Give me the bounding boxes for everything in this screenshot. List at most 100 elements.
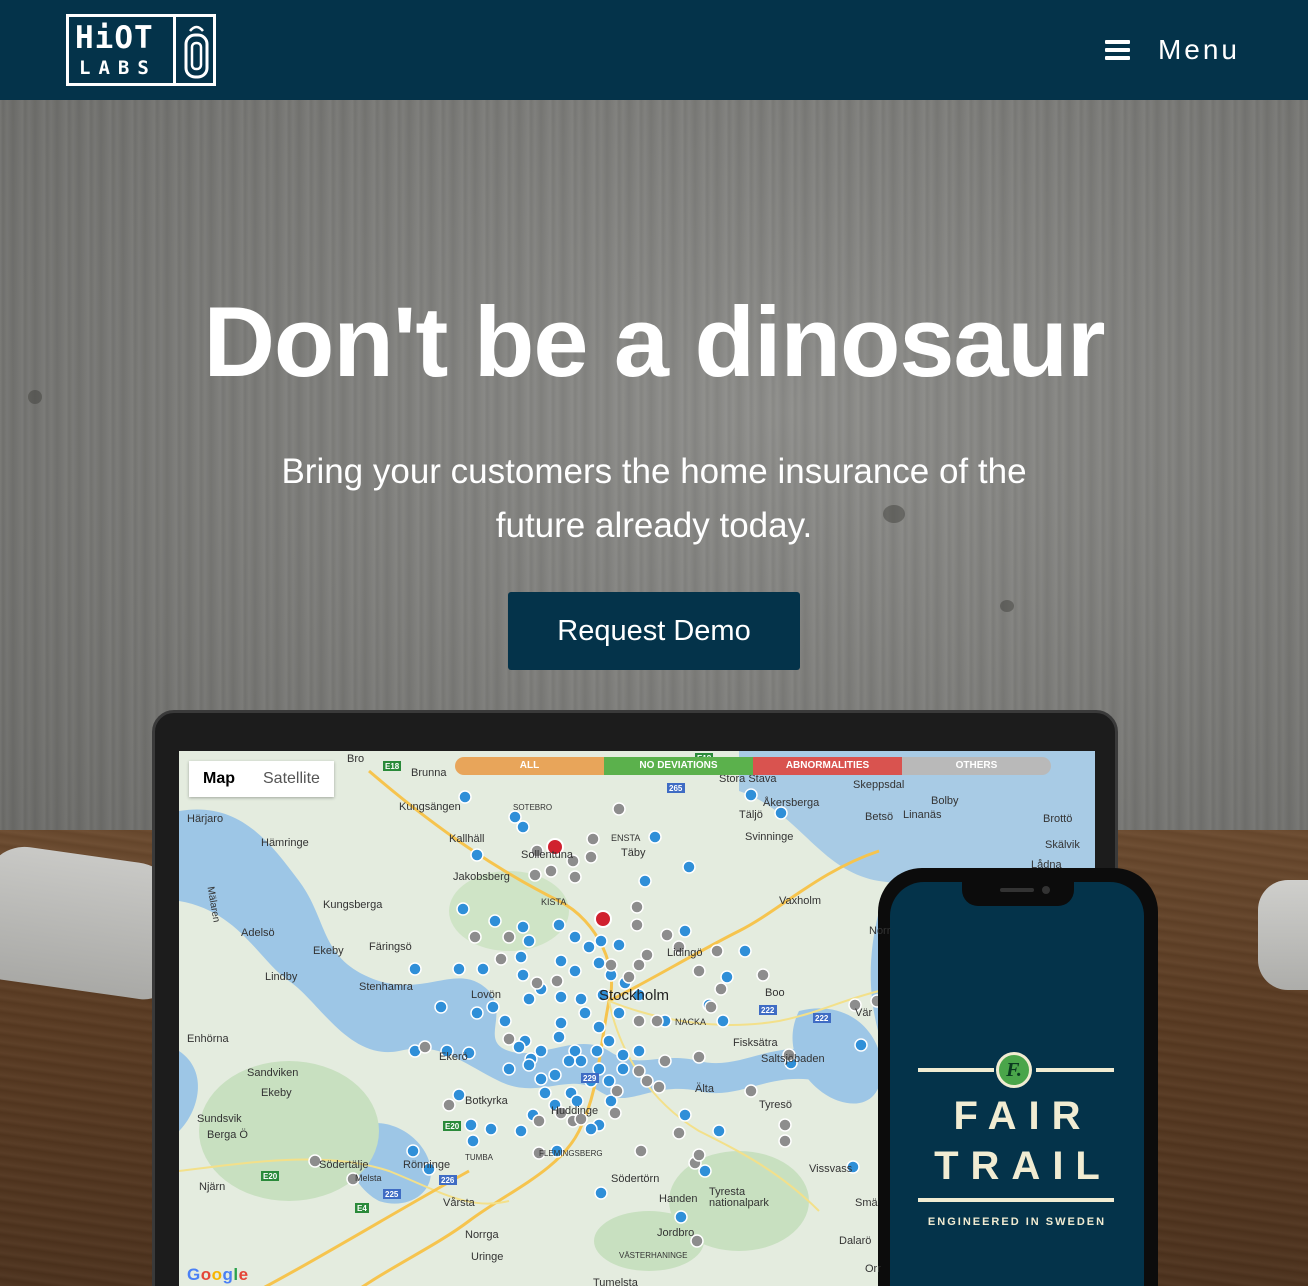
logo-divider bbox=[173, 17, 176, 83]
place-label: ENSTA bbox=[611, 833, 641, 843]
place-label: Sandviken bbox=[247, 1067, 299, 1079]
sensor-device-image bbox=[1258, 880, 1308, 990]
place-label: Jordbro bbox=[657, 1227, 695, 1239]
place-label: Handen bbox=[659, 1193, 698, 1205]
place-label: Berga Ö bbox=[207, 1129, 248, 1141]
place-label: Södertörn bbox=[611, 1173, 660, 1185]
place-label: Lindby bbox=[265, 971, 298, 983]
place-label: Bolby bbox=[931, 795, 959, 807]
place-label: Brottö bbox=[1043, 813, 1073, 825]
fair-trail-badge-icon: F. bbox=[996, 1052, 1032, 1088]
brand-rule bbox=[918, 1198, 1114, 1202]
hiot-labs-logo[interactable]: HiOT LABS bbox=[66, 14, 216, 86]
place-label: Adelsö bbox=[241, 927, 275, 939]
hamburger-icon bbox=[1104, 40, 1130, 60]
place-label: Åkersberga bbox=[763, 797, 820, 809]
place-label: Smä bbox=[855, 1197, 878, 1209]
place-label: Norr bbox=[869, 925, 891, 937]
place-label: VÄSTERHANINGE bbox=[619, 1251, 688, 1260]
map-tab[interactable]: Map bbox=[189, 761, 249, 797]
map-type-toggle: Map Satellite bbox=[189, 761, 334, 797]
place-label: Södertälje bbox=[319, 1159, 369, 1171]
place-label: Skeppsdal bbox=[853, 779, 905, 791]
place-label: Huddinge bbox=[551, 1105, 599, 1117]
svg-text:222: 222 bbox=[761, 1006, 775, 1015]
place-label: SOTEBRO bbox=[513, 803, 553, 812]
svg-text:E20: E20 bbox=[263, 1172, 278, 1181]
place-label: Färingsö bbox=[369, 941, 412, 953]
place-label: Boo bbox=[765, 987, 785, 999]
place-label: Jakobsberg bbox=[453, 871, 510, 883]
place-label: Tumelsta bbox=[593, 1277, 638, 1286]
place-label: Brunna bbox=[411, 767, 447, 779]
filter-no-deviations[interactable]: NO DEVIATIONS bbox=[604, 757, 753, 775]
place-label: Härjaro bbox=[187, 813, 224, 825]
place-label: FLEMINGSBERG bbox=[539, 1149, 603, 1158]
filter-others[interactable]: OTHERS bbox=[902, 757, 1051, 775]
place-label: Betsö bbox=[865, 811, 894, 823]
place-label: Botkyrka bbox=[465, 1095, 508, 1107]
filter-all[interactable]: ALL bbox=[455, 757, 604, 775]
place-label: Sollentuna bbox=[521, 849, 573, 861]
place-label: Kungsängen bbox=[399, 801, 461, 813]
place-label: Vissvass bbox=[809, 1163, 853, 1175]
place-label: TUMBA bbox=[465, 1153, 493, 1162]
place-label: Melsta bbox=[355, 1173, 382, 1183]
menu-button[interactable]: Menu bbox=[1104, 30, 1240, 70]
menu-label: Menu bbox=[1157, 34, 1240, 65]
place-label: Tyresta nationalpark bbox=[709, 1186, 769, 1209]
logo-bottom-text: LABS bbox=[79, 57, 157, 79]
place-label: Enhörna bbox=[187, 1033, 229, 1045]
phone-mockup: F. FAIR TRAIL ENGINEERED IN SWEDEN bbox=[878, 868, 1158, 1286]
svg-text:222: 222 bbox=[815, 1014, 829, 1023]
place-label: Tyresö bbox=[759, 1099, 793, 1111]
request-demo-button[interactable]: Request Demo bbox=[508, 592, 800, 670]
place-label: Ekeby bbox=[313, 945, 344, 957]
svg-text:225: 225 bbox=[385, 1190, 399, 1199]
logo-wordmark: HiOT LABS bbox=[73, 19, 171, 81]
place-label: Saltsjöbaden bbox=[761, 1053, 825, 1065]
brand-tagline: ENGINEERED IN SWEDEN bbox=[927, 1216, 1107, 1228]
brand-rule bbox=[1036, 1068, 1114, 1072]
site-header: HiOT LABS Menu bbox=[0, 0, 1308, 100]
place-label: Orr bbox=[865, 1263, 881, 1275]
place-label: Stockholm bbox=[599, 987, 670, 1004]
filter-abnormalities[interactable]: ABNORMALITIES bbox=[753, 757, 902, 775]
place-label: Täljö bbox=[739, 809, 763, 821]
place-label: Svinninge bbox=[745, 831, 794, 843]
google-attribution: Google bbox=[187, 1265, 249, 1284]
place-label: Rönninge bbox=[403, 1159, 451, 1171]
place-label: Kungsberga bbox=[323, 899, 383, 911]
logo-top-text: HiOT bbox=[75, 20, 154, 56]
place-label: Hämringe bbox=[261, 837, 309, 849]
hero-title: Don't be a dinosaur bbox=[203, 286, 1105, 397]
place-label: NACKA bbox=[675, 1017, 707, 1027]
place-label: Täby bbox=[621, 847, 646, 859]
place-label: Skälvik bbox=[1045, 839, 1080, 851]
satellite-tab[interactable]: Satellite bbox=[249, 761, 334, 797]
place-label: Uringe bbox=[471, 1251, 504, 1263]
sensor-icon bbox=[184, 25, 209, 79]
place-label: Ekerö bbox=[439, 1051, 468, 1063]
place-label: Fisksätra bbox=[733, 1037, 778, 1049]
svg-text:E20: E20 bbox=[445, 1122, 460, 1131]
place-label: Stenhamra bbox=[359, 981, 413, 993]
place-label: Vårsta bbox=[443, 1197, 475, 1209]
place-label: Njärn bbox=[199, 1181, 226, 1193]
place-label: Lovön bbox=[471, 989, 501, 1001]
svg-text:229: 229 bbox=[583, 1074, 597, 1083]
place-label: KISTA bbox=[541, 897, 567, 907]
place-label: Dalarö bbox=[839, 1235, 872, 1247]
phone-notch bbox=[962, 882, 1074, 906]
place-label: Älta bbox=[695, 1083, 714, 1095]
place-label: Sundsvik bbox=[197, 1113, 242, 1125]
place-label: Kallhäll bbox=[449, 833, 485, 845]
place-label: Lidingö bbox=[667, 947, 703, 959]
brand-rule bbox=[918, 1068, 994, 1072]
place-label: Norrga bbox=[465, 1229, 499, 1241]
place-label: Linanäs bbox=[903, 809, 942, 821]
brand-word-1: FAIR bbox=[953, 1094, 1093, 1138]
place-label: Vär bbox=[855, 1007, 873, 1019]
hero-section: Don't be a dinosaur Bring your customers… bbox=[0, 100, 1308, 1286]
place-label: Vaxholm bbox=[779, 895, 821, 907]
